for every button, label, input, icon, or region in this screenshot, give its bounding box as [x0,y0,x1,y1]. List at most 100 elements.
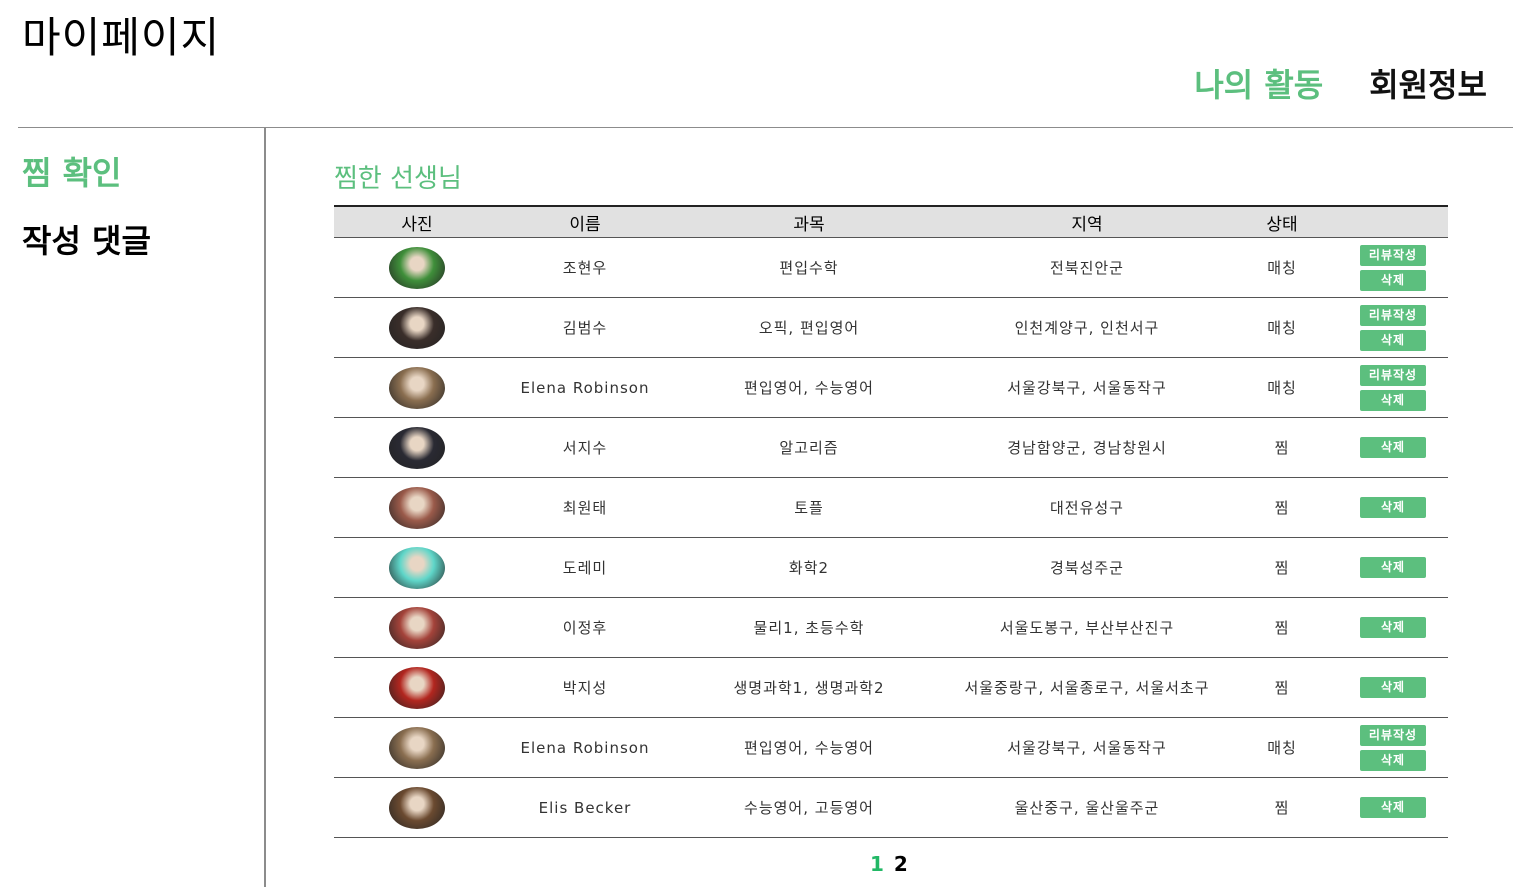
teacher-avatar[interactable] [389,606,445,649]
page-2-link[interactable]: 2 [894,852,908,876]
cell-subject: 알고리즘 [670,417,948,478]
cell-status: 찜 [1226,597,1338,658]
page-1-link[interactable]: 1 [870,852,884,876]
teacher-avatar[interactable] [389,786,445,829]
pagination: 1 2 [870,852,908,876]
cell-subject: 생명과학1, 생명과학2 [670,657,948,718]
cell-name: 조현우 [500,237,670,298]
cell-actions: 삭제 [1338,657,1448,718]
header-status: 상태 [1226,205,1338,238]
row-actions: 삭제 [1338,557,1448,578]
row-actions: 삭제 [1338,797,1448,818]
cell-actions: 리뷰작성삭제 [1338,297,1448,358]
teacher-avatar[interactable] [389,366,445,409]
delete-button[interactable]: 삭제 [1360,557,1426,578]
cell-subject: 물리1, 초등수학 [670,597,948,658]
teacher-avatar[interactable] [389,546,445,589]
cell-subject: 화학2 [670,537,948,598]
cell-photo [334,537,500,598]
table-row: 최원태 토플 대전유성구 찜 삭제 [334,477,1448,538]
nav-my-activity[interactable]: 나의 활동 [1194,60,1323,106]
top-nav: 나의 활동 회원정보 [1194,60,1487,106]
cell-region: 경북성주군 [948,537,1226,598]
write-review-button[interactable]: 리뷰작성 [1360,244,1426,266]
sidebar-item-comments[interactable]: 작성 댓글 [22,216,151,262]
sidebar-divider [264,128,266,887]
header-divider [18,127,1513,128]
delete-button[interactable]: 삭제 [1360,497,1426,518]
cell-region: 서울도봉구, 부산부산진구 [948,597,1226,658]
cell-photo [334,237,500,298]
row-actions: 리뷰작성삭제 [1338,304,1448,351]
delete-button[interactable]: 삭제 [1360,329,1426,351]
cell-name: Elena Robinson [500,357,670,418]
cell-actions: 리뷰작성삭제 [1338,237,1448,298]
cell-name: Elena Robinson [500,717,670,778]
delete-button[interactable]: 삭제 [1360,749,1426,771]
cell-actions: 삭제 [1338,597,1448,658]
delete-button[interactable]: 삭제 [1360,797,1426,818]
cell-actions: 삭제 [1338,477,1448,538]
cell-photo [334,657,500,718]
row-actions: 리뷰작성삭제 [1338,724,1448,771]
cell-region: 대전유성구 [948,477,1226,538]
row-actions: 삭제 [1338,617,1448,638]
delete-button[interactable]: 삭제 [1360,677,1426,698]
cell-status: 매칭 [1226,717,1338,778]
table-row: 서지수 알고리즘 경남함양군, 경남창원시 찜 삭제 [334,417,1448,478]
write-review-button[interactable]: 리뷰작성 [1360,724,1426,746]
nav-member-info[interactable]: 회원정보 [1369,60,1487,106]
cell-actions: 리뷰작성삭제 [1338,357,1448,418]
delete-button[interactable]: 삭제 [1360,269,1426,291]
delete-button[interactable]: 삭제 [1360,437,1426,458]
delete-button[interactable]: 삭제 [1360,617,1426,638]
header-actions [1338,205,1448,238]
header-region: 지역 [948,205,1226,238]
sidebar: 찜 확인 작성 댓글 [22,148,151,284]
cell-status: 매칭 [1226,357,1338,418]
cell-subject: 수능영어, 고등영어 [670,777,948,838]
cell-status: 찜 [1226,777,1338,838]
cell-name: 이정후 [500,597,670,658]
cell-region: 인천계양구, 인천서구 [948,297,1226,358]
table-row: 조현우 편입수학 전북진안군 매칭 리뷰작성 삭제 [334,237,1448,298]
cell-subject: 편입영어, 수능영어 [670,357,948,418]
cell-region: 서울중랑구, 서울종로구, 서울서초구 [948,657,1226,718]
cell-status: 찜 [1226,477,1338,538]
row-actions: 삭제 [1338,677,1448,698]
cell-photo [334,357,500,418]
teacher-avatar[interactable] [389,486,445,529]
table-row: Elis Becker 수능영어, 고등영어 울산중구, 울산울주군 찜 삭제 [334,777,1448,838]
cell-photo [334,417,500,478]
cell-name: 박지성 [500,657,670,718]
cell-region: 서울강북구, 서울동작구 [948,357,1226,418]
teacher-table: 사진 이름 과목 지역 상태 조현우 편입수학 전북진안군 매칭 리뷰작성 삭제 김범수 오픽… [334,205,1448,838]
write-review-button[interactable]: 리뷰작성 [1360,304,1426,326]
cell-subject: 토플 [670,477,948,538]
cell-actions: 리뷰작성삭제 [1338,717,1448,778]
cell-name: 최원태 [500,477,670,538]
teacher-avatar[interactable] [389,666,445,709]
cell-photo [334,777,500,838]
cell-actions: 삭제 [1338,537,1448,598]
cell-photo [334,477,500,538]
delete-button[interactable]: 삭제 [1360,389,1426,411]
cell-photo [334,597,500,658]
table-row: 김범수 오픽, 편입영어 인천계양구, 인천서구 매칭 리뷰작성 삭제 [334,297,1448,358]
cell-status: 찜 [1226,657,1338,718]
teacher-avatar[interactable] [389,426,445,469]
cell-name: 김범수 [500,297,670,358]
cell-region: 서울강북구, 서울동작구 [948,717,1226,778]
teacher-avatar[interactable] [389,246,445,289]
teacher-avatar[interactable] [389,306,445,349]
cell-photo [334,717,500,778]
sidebar-item-wishlist[interactable]: 찜 확인 [22,148,151,194]
header-photo: 사진 [334,205,500,238]
cell-status: 매칭 [1226,297,1338,358]
header-name: 이름 [500,205,670,238]
row-actions: 리뷰작성삭제 [1338,244,1448,291]
cell-actions: 삭제 [1338,777,1448,838]
write-review-button[interactable]: 리뷰작성 [1360,364,1426,386]
teacher-avatar[interactable] [389,726,445,769]
cell-photo [334,297,500,358]
